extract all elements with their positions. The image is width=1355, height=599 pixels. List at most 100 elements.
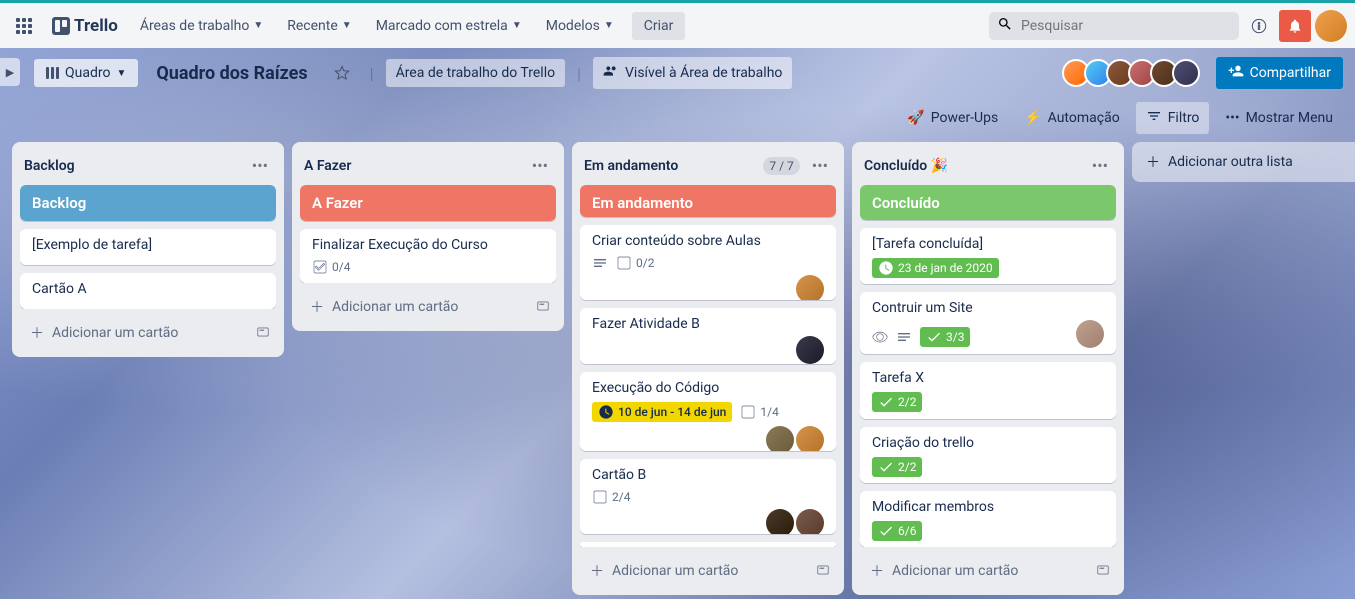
trello-logo[interactable]: Trello <box>44 16 126 36</box>
workspace-button[interactable]: Área de trabalho do Trello <box>386 59 566 87</box>
add-card-button[interactable]: ＋Adicionar um cartão <box>22 317 244 349</box>
list-menu-button[interactable]: ••• <box>528 152 552 179</box>
star-board-button[interactable] <box>326 57 358 89</box>
card[interactable]: Execução do Código 10 de jun - 14 de jun… <box>580 372 836 451</box>
list-backlog: Backlog ••• Backlog [Exemplo de tarefa] … <box>12 142 284 357</box>
templates-menu[interactable]: Modelos▼ <box>536 12 624 40</box>
card[interactable]: Criar conteúdo sobre Aulas 0/2 <box>580 225 836 300</box>
view-switcher[interactable]: Quadro ▼ <box>34 59 138 87</box>
chevron-down-icon: ▼ <box>604 20 614 31</box>
card[interactable]: [Tarefa concluída] 23 de jan de 2020 <box>860 228 1116 284</box>
card-member-avatar[interactable] <box>796 509 824 534</box>
due-date-badge: 10 de jun - 14 de jun <box>592 402 732 422</box>
plus-icon: ＋ <box>30 323 44 343</box>
card-template-button[interactable] <box>812 558 834 585</box>
profile-avatar[interactable] <box>1315 10 1347 42</box>
search-box[interactable] <box>989 12 1239 40</box>
trello-logo-icon <box>52 17 70 35</box>
board-view-icon <box>46 67 59 79</box>
board-members[interactable] <box>1068 59 1200 87</box>
card-member-avatar[interactable] <box>796 426 824 451</box>
filter-icon <box>1146 108 1162 128</box>
checklist-badge: 0/2 <box>616 255 654 271</box>
show-menu-button[interactable]: •••Mostrar Menu <box>1215 104 1343 132</box>
add-card-button[interactable]: ＋Adicionar um cartão <box>582 555 804 587</box>
list-todo: A Fazer ••• A Fazer Finalizar Execução d… <box>292 142 564 331</box>
card[interactable]: Cartão B 2/4 <box>580 459 836 534</box>
add-card-button[interactable]: ＋Adicionar um cartão <box>302 291 524 323</box>
list-menu-button[interactable]: ••• <box>808 152 832 179</box>
plus-icon: ＋ <box>310 297 324 317</box>
card[interactable]: Finalizar Execução do Curso 0/4 <box>300 229 556 283</box>
checklist-badge: 2/2 <box>872 392 922 412</box>
create-button[interactable]: Criar <box>632 12 686 40</box>
due-date-badge: 23 de jan de 2020 <box>872 258 999 278</box>
list-header-card[interactable]: Backlog <box>20 185 276 221</box>
list-header-card[interactable]: A Fazer <box>300 185 556 221</box>
notifications-button[interactable] <box>1279 10 1311 42</box>
rocket-icon: 🚀 <box>907 110 924 126</box>
card[interactable]: Modificar membros 6/6 <box>860 491 1116 547</box>
checklist-badge: 2/2 <box>872 457 922 477</box>
card[interactable]: Fazer Atividade B <box>580 308 836 364</box>
card[interactable]: Criação do trello 2/2 <box>860 427 1116 483</box>
board-title[interactable]: Quadro dos Raízes <box>146 63 317 84</box>
list-menu-button[interactable]: ••• <box>248 152 272 179</box>
chevron-down-icon: ▼ <box>342 20 352 31</box>
checklist-badge: 0/4 <box>312 259 350 275</box>
powerups-button[interactable]: 🚀Power-Ups <box>897 104 1008 132</box>
share-button[interactable]: Compartilhar <box>1216 57 1343 89</box>
app-switcher-button[interactable] <box>8 10 40 42</box>
list-header-card[interactable]: Concluído <box>860 185 1116 220</box>
card-member-avatar[interactable] <box>796 336 824 364</box>
checklist-badge: 3/3 <box>920 327 970 347</box>
description-icon <box>896 329 912 345</box>
card[interactable]: Contruir um Site 3/3 <box>860 292 1116 354</box>
card-member-avatar[interactable] <box>796 275 824 300</box>
filter-button[interactable]: Filtro <box>1136 102 1210 134</box>
list-menu-button[interactable]: ••• <box>1088 152 1112 179</box>
list-header-card[interactable]: Em andamento <box>580 185 836 217</box>
user-add-icon <box>1228 63 1244 83</box>
info-button[interactable] <box>1243 10 1275 42</box>
list-title[interactable]: Em andamento <box>584 158 678 174</box>
description-icon <box>592 255 608 271</box>
recent-menu[interactable]: Recente▼ <box>277 12 361 40</box>
starred-menu[interactable]: Marcado com estrela▼ <box>366 12 532 40</box>
search-icon <box>997 16 1013 36</box>
plus-icon: ＋ <box>590 561 604 581</box>
chevron-down-icon: ▼ <box>116 68 126 79</box>
card-member-avatar[interactable] <box>766 426 794 451</box>
list-card-count: 7 / 7 <box>763 157 799 175</box>
checklist-badge: 1/4 <box>740 404 778 420</box>
board-header: Quadro ▼ Quadro dos Raízes | Área de tra… <box>0 48 1355 98</box>
add-list-button[interactable]: ＋Adicionar outra lista <box>1132 142 1355 182</box>
board-canvas[interactable]: Backlog ••• Backlog [Exemplo de tarefa] … <box>0 138 1355 599</box>
card-member-avatar[interactable] <box>766 509 794 534</box>
plus-icon: ＋ <box>1146 152 1160 172</box>
workspaces-menu[interactable]: Áreas de trabalho▼ <box>130 12 273 40</box>
visibility-button[interactable]: Visível à Área de trabalho <box>593 57 792 89</box>
member-avatar[interactable] <box>1172 59 1200 87</box>
card[interactable]: Tarefa X 2/2 <box>860 362 1116 418</box>
list-title[interactable]: Concluído 🎉 <box>864 158 948 174</box>
search-input[interactable] <box>1021 18 1231 34</box>
list-title[interactable]: Backlog <box>24 158 75 174</box>
more-icon: ••• <box>1225 110 1239 126</box>
chevron-down-icon: ▼ <box>253 20 263 31</box>
card[interactable]: Cartão A <box>20 273 276 309</box>
add-card-button[interactable]: ＋Adicionar um cartão <box>862 555 1084 587</box>
people-icon <box>603 63 619 83</box>
list-title[interactable]: A Fazer <box>304 158 351 174</box>
card-template-button[interactable] <box>532 294 554 321</box>
checklist-badge: 6/6 <box>872 521 922 541</box>
plus-icon: ＋ <box>870 561 884 581</box>
card-template-button[interactable] <box>1092 558 1114 585</box>
automation-button[interactable]: ⚡Automação <box>1014 104 1129 132</box>
card[interactable]: [Exemplo de tarefa] <box>20 229 276 265</box>
card-template-button[interactable] <box>252 320 274 347</box>
list-doing: Em andamento 7 / 7 ••• Em andamento Cria… <box>572 142 844 595</box>
card-member-avatar[interactable] <box>1076 320 1104 348</box>
chevron-down-icon: ▼ <box>512 20 522 31</box>
trello-logo-text: Trello <box>74 16 118 36</box>
